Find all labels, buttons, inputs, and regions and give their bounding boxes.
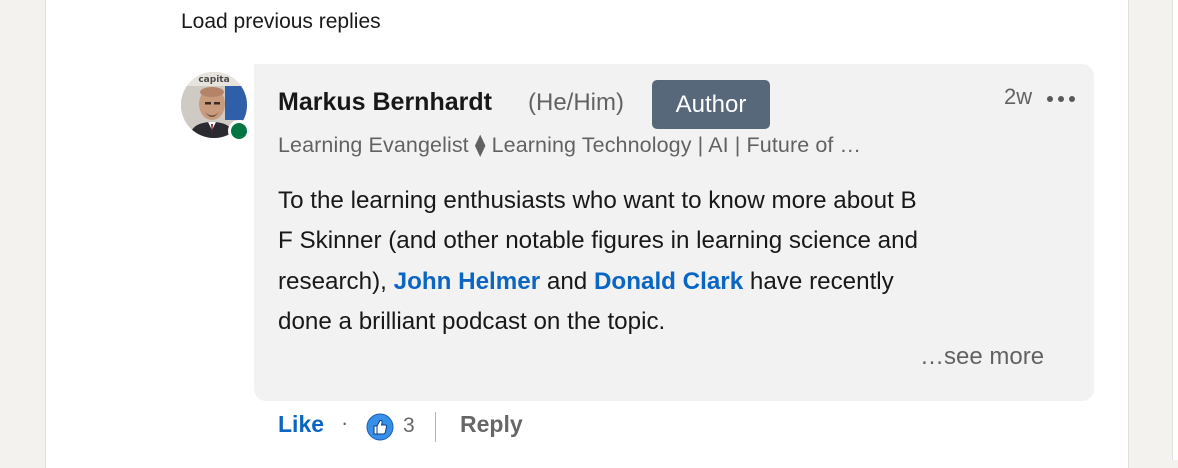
load-previous-replies-link[interactable]: Load previous replies (181, 10, 381, 34)
author-pronouns: (He/Him) (528, 89, 624, 116)
author-badge: Author (652, 80, 770, 129)
mention-link-donald-clark[interactable]: Donald Clark (594, 268, 743, 295)
comment-timestamp: 2w (1004, 84, 1033, 109)
comment-line-3: research), John Helmer and Donald Clark … (278, 262, 1068, 302)
mention-link-john-helmer[interactable]: John Helmer (394, 268, 541, 295)
comment-text-segment: and (546, 267, 588, 295)
author-headline: Learning Evangelist ⧫ Learning Technolog… (278, 133, 862, 157)
see-more-button[interactable]: …see more (920, 343, 1044, 371)
online-status-icon (228, 120, 250, 142)
action-separator: · (341, 410, 349, 435)
three-dots-icon[interactable] (1044, 92, 1078, 106)
reply-button[interactable]: Reply (460, 411, 523, 438)
comment-body: To the learning enthusiasts who want to … (278, 181, 1068, 342)
action-divider (435, 412, 436, 442)
author-name[interactable]: Markus Bernhardt (278, 88, 492, 117)
comment-line-2: F Skinner (and other notable figures in … (278, 227, 919, 255)
reaction-count[interactable]: 3 (403, 414, 415, 438)
comment-line-1: To the learning enthusiasts who want to … (278, 187, 917, 214)
comment-line-4: done a brilliant podcast on the topic. (278, 307, 666, 335)
adjacent-panel-edge (1172, 0, 1178, 460)
avatar-logo-text: capita (198, 75, 229, 85)
like-button[interactable]: Like (278, 411, 324, 438)
comment-text-segment: have recently (749, 267, 894, 295)
comment-text-segment: research), (278, 267, 387, 295)
thumbs-up-like-icon[interactable] (366, 413, 394, 441)
